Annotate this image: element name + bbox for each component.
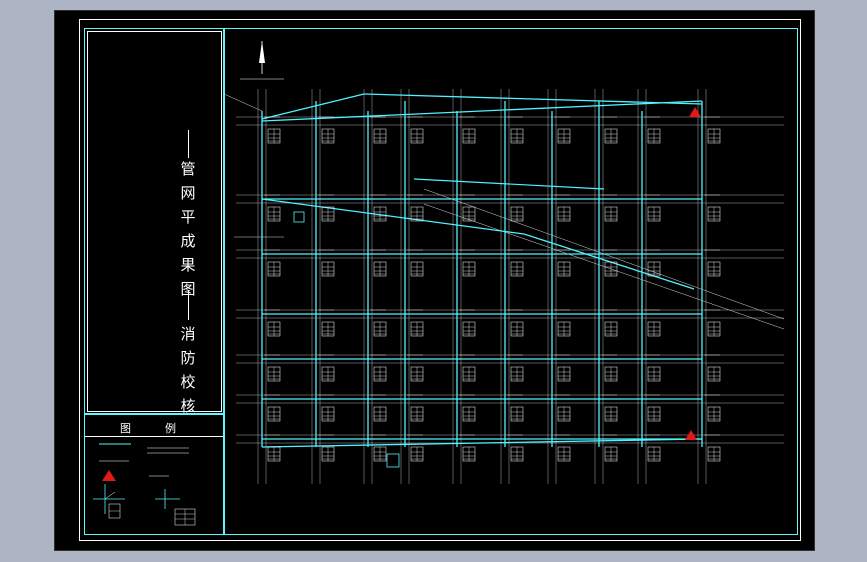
- node-table: [644, 116, 661, 144]
- pipe-network-map: [223, 28, 798, 535]
- pipe-trunk-top-a: [261, 93, 365, 120]
- node-table: [318, 116, 335, 144]
- north-arrow-icon: [240, 41, 284, 80]
- title-block: 管网平成果图 消防校核: [84, 28, 225, 415]
- road-edge-diag: [224, 93, 263, 112]
- cad-drawing-viewport: 管网平成果图 消防校核 图 例: [54, 10, 815, 551]
- node-table: [507, 116, 524, 144]
- node-table: [704, 249, 721, 277]
- node-table-layer: [264, 116, 721, 462]
- node-table: [704, 394, 721, 422]
- title-inner-frame: [87, 31, 222, 412]
- node-table: [370, 116, 387, 144]
- node-table: [459, 116, 476, 144]
- pipe-trunk-diag-b: [523, 233, 695, 290]
- title-separator-middle: [188, 290, 189, 320]
- node-table: [704, 194, 721, 222]
- pipe-horizontal-0: [261, 100, 703, 122]
- node-table: [704, 434, 721, 462]
- road-edge-diag: [423, 203, 785, 330]
- node-table: [704, 116, 721, 144]
- drawing-title-part1: 管网平成果图: [180, 160, 196, 298]
- pipe-network-svg: [224, 41, 785, 484]
- hydrant-icon-top-right: [689, 107, 701, 117]
- node-table: [554, 116, 571, 144]
- road-layer: [224, 89, 785, 484]
- pipe-trunk-top-b: [363, 93, 703, 105]
- valve-box-2: [386, 453, 400, 468]
- pipe-trunk-diag-a: [261, 198, 525, 235]
- drawing-title-part2: 消防校核: [180, 325, 196, 415]
- node-table: [704, 309, 721, 337]
- node-table: [601, 116, 618, 144]
- node-table: [407, 116, 424, 144]
- valve-box-1: [293, 211, 305, 223]
- node-table: [704, 354, 721, 382]
- legend-symbols: [93, 443, 196, 526]
- legend-hydrant-icon: [102, 470, 116, 481]
- title-separator-top: [188, 130, 189, 158]
- legend-block: 图 例: [84, 413, 225, 535]
- legend-node-leader: [104, 491, 116, 500]
